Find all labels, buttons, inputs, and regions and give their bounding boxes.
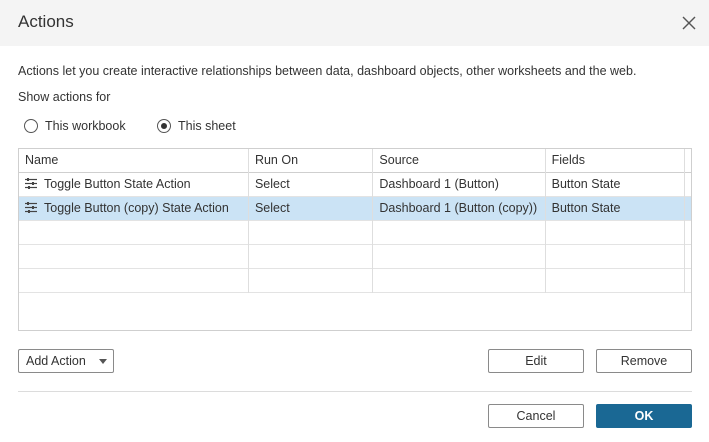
row-run-on[interactable]: Select bbox=[249, 197, 374, 221]
radio-label: This workbook bbox=[45, 119, 126, 133]
empty-row bbox=[19, 245, 691, 269]
action-filter-icon bbox=[25, 202, 37, 213]
column-header-source[interactable]: Source bbox=[373, 149, 546, 173]
add-action-dropdown[interactable]: Add Action bbox=[18, 349, 114, 373]
row-source[interactable]: Dashboard 1 (Button (copy)) bbox=[373, 197, 546, 221]
row-spacer bbox=[685, 173, 691, 197]
empty-cell bbox=[249, 221, 374, 245]
row-name: Toggle Button (copy) State Action bbox=[44, 201, 229, 215]
empty-cell bbox=[685, 269, 691, 293]
empty-cell bbox=[373, 269, 546, 293]
table-row-selected[interactable]: Toggle Button (copy) State Action Select… bbox=[19, 197, 691, 221]
dialog-titlebar: Actions bbox=[0, 0, 709, 46]
radio-circle-checked[interactable] bbox=[157, 119, 171, 133]
dialog-description: Actions let you create interactive relat… bbox=[18, 64, 637, 78]
add-action-label: Add Action bbox=[26, 354, 86, 368]
empty-cell bbox=[19, 245, 249, 269]
empty-cell bbox=[546, 245, 685, 269]
empty-cell bbox=[19, 221, 249, 245]
show-actions-for-label: Show actions for bbox=[18, 90, 111, 104]
empty-cell bbox=[19, 269, 249, 293]
row-fields[interactable]: Button State bbox=[546, 173, 685, 197]
footer-divider bbox=[18, 391, 692, 392]
column-header-run-on[interactable]: Run On bbox=[249, 149, 374, 173]
edit-button[interactable]: Edit bbox=[488, 349, 584, 373]
action-filter-icon bbox=[25, 178, 37, 189]
dialog-title: Actions bbox=[18, 12, 74, 31]
empty-cell bbox=[249, 245, 374, 269]
row-spacer bbox=[685, 197, 691, 221]
empty-cell bbox=[546, 269, 685, 293]
row-name: Toggle Button State Action bbox=[44, 177, 191, 191]
cancel-button[interactable]: Cancel bbox=[488, 404, 584, 428]
table-header: Name Run On Source Fields bbox=[19, 149, 691, 173]
row-source[interactable]: Dashboard 1 (Button) bbox=[373, 173, 546, 197]
empty-cell bbox=[546, 221, 685, 245]
empty-row bbox=[19, 269, 691, 293]
close-icon[interactable] bbox=[679, 13, 699, 33]
column-header-fields[interactable]: Fields bbox=[546, 149, 685, 173]
radio-this-workbook[interactable]: This workbook bbox=[24, 118, 126, 134]
row-name-cell[interactable]: Toggle Button State Action bbox=[19, 173, 249, 197]
radio-circle[interactable] bbox=[24, 119, 38, 133]
ok-button[interactable]: OK bbox=[596, 404, 692, 428]
radio-label: This sheet bbox=[178, 119, 236, 133]
column-header-spacer bbox=[685, 149, 691, 173]
column-header-name[interactable]: Name bbox=[19, 149, 249, 173]
table-row[interactable]: Toggle Button State Action Select Dashbo… bbox=[19, 173, 691, 197]
empty-cell bbox=[685, 245, 691, 269]
empty-cell bbox=[373, 221, 546, 245]
empty-cell bbox=[685, 221, 691, 245]
row-run-on[interactable]: Select bbox=[249, 173, 374, 197]
actions-table: Name Run On Source Fields Toggle Button … bbox=[18, 148, 692, 331]
empty-row bbox=[19, 221, 691, 245]
empty-cell bbox=[249, 269, 374, 293]
row-name-cell[interactable]: Toggle Button (copy) State Action bbox=[19, 197, 249, 221]
empty-cell bbox=[373, 245, 546, 269]
chevron-down-icon bbox=[99, 359, 107, 364]
radio-this-sheet[interactable]: This sheet bbox=[157, 118, 236, 134]
remove-button[interactable]: Remove bbox=[596, 349, 692, 373]
row-fields[interactable]: Button State bbox=[546, 197, 685, 221]
